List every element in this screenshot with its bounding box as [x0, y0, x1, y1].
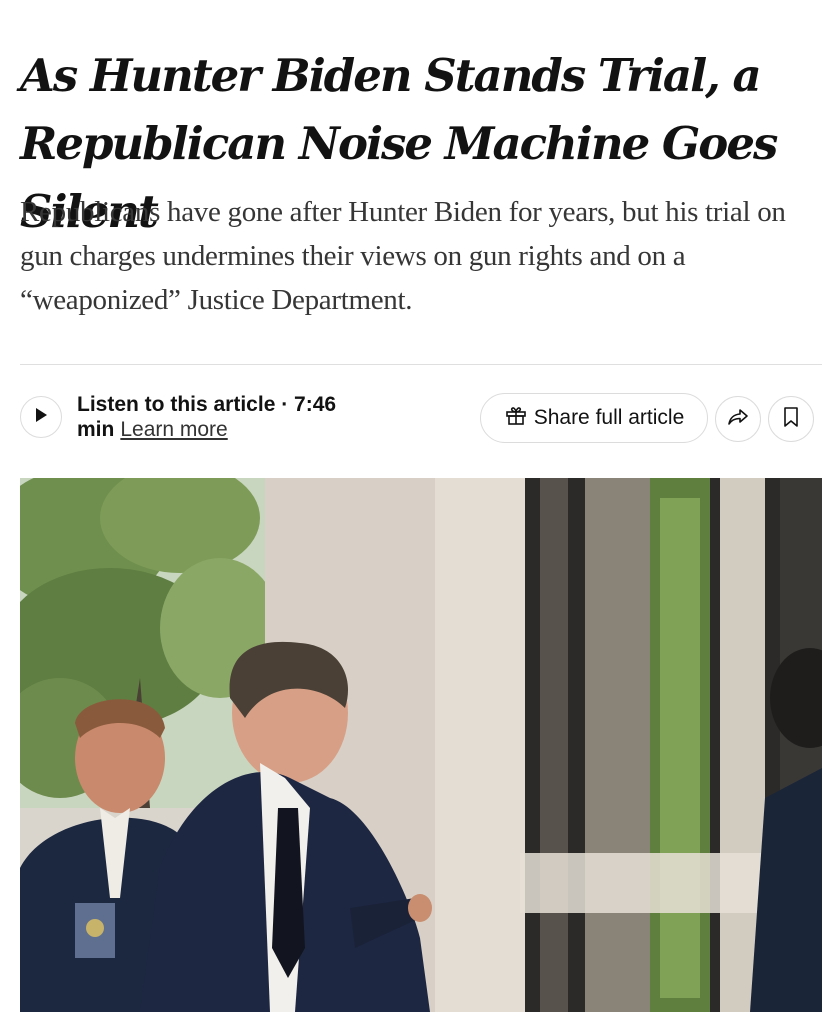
share-button[interactable] [715, 396, 761, 442]
learn-more-link[interactable]: Learn more [120, 418, 227, 441]
play-icon [34, 407, 48, 428]
share-full-article-button[interactable]: Share full article [480, 393, 708, 443]
play-audio-button[interactable] [20, 396, 62, 438]
article-summary: Republicans have gone after Hunter Biden… [20, 196, 786, 316]
gift-icon [504, 403, 528, 433]
divider [20, 364, 822, 365]
article-photo [20, 478, 822, 1012]
share-arrow-icon [726, 407, 750, 432]
listen-info: Listen to this article · 7:46 min Learn m… [77, 392, 377, 442]
bookmark-icon [783, 406, 799, 433]
bookmark-button[interactable] [768, 396, 814, 442]
share-full-label: Share full article [533, 406, 685, 429]
